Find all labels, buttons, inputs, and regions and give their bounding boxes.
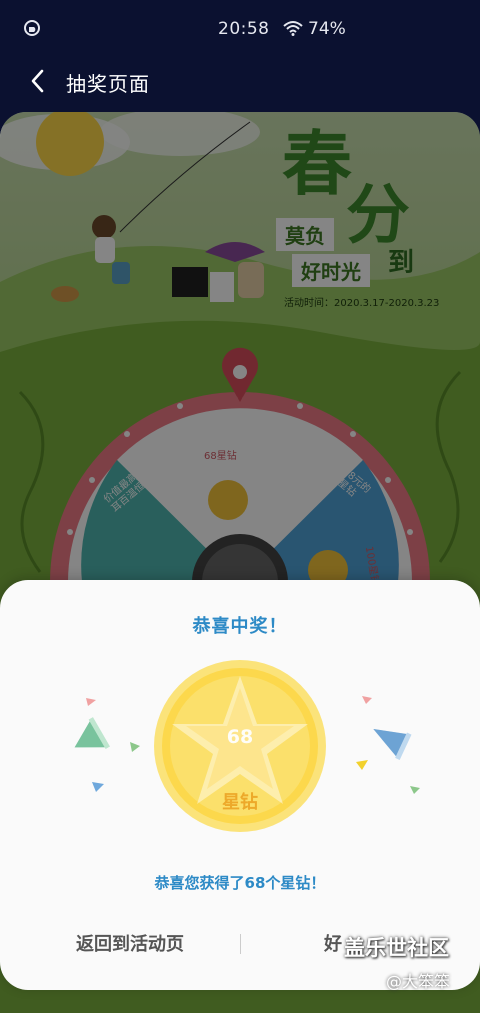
watermark-logo-text: 盖乐世社区 [344,936,449,960]
app-notification-icon [24,20,40,36]
back-arrow-icon[interactable] [26,68,52,94]
clock: 20:58 [218,19,270,39]
page-title: 抽奖页面 [66,72,150,96]
prize-message: 恭喜您获得了68个星钻！ [154,874,326,892]
party-popper-icon [356,696,420,794]
watermark-author: @大笨笨 [386,972,451,991]
wifi-icon [283,21,303,36]
status-bar: 20:58 74% [0,0,480,58]
coin-unit: 星钻 [222,792,258,813]
app-bar: 抽奖页面 [0,58,480,112]
party-popper-icon [74,698,140,792]
battery-level: 74% [308,19,346,39]
button-divider [240,934,241,954]
dialog-headline: 恭喜中奖！ [192,616,288,637]
star-coin-badge: 68 星钻 [152,658,328,834]
back-to-activity-button[interactable]: 返回到活动页 [76,930,184,956]
coin-value: 68 [226,726,254,748]
confirm-button[interactable]: 好 [324,930,342,956]
prize-dialog: 恭喜中奖！ 68 星钻 恭喜您获得了68个星钻！ 返回到活动页 好 [0,580,480,990]
